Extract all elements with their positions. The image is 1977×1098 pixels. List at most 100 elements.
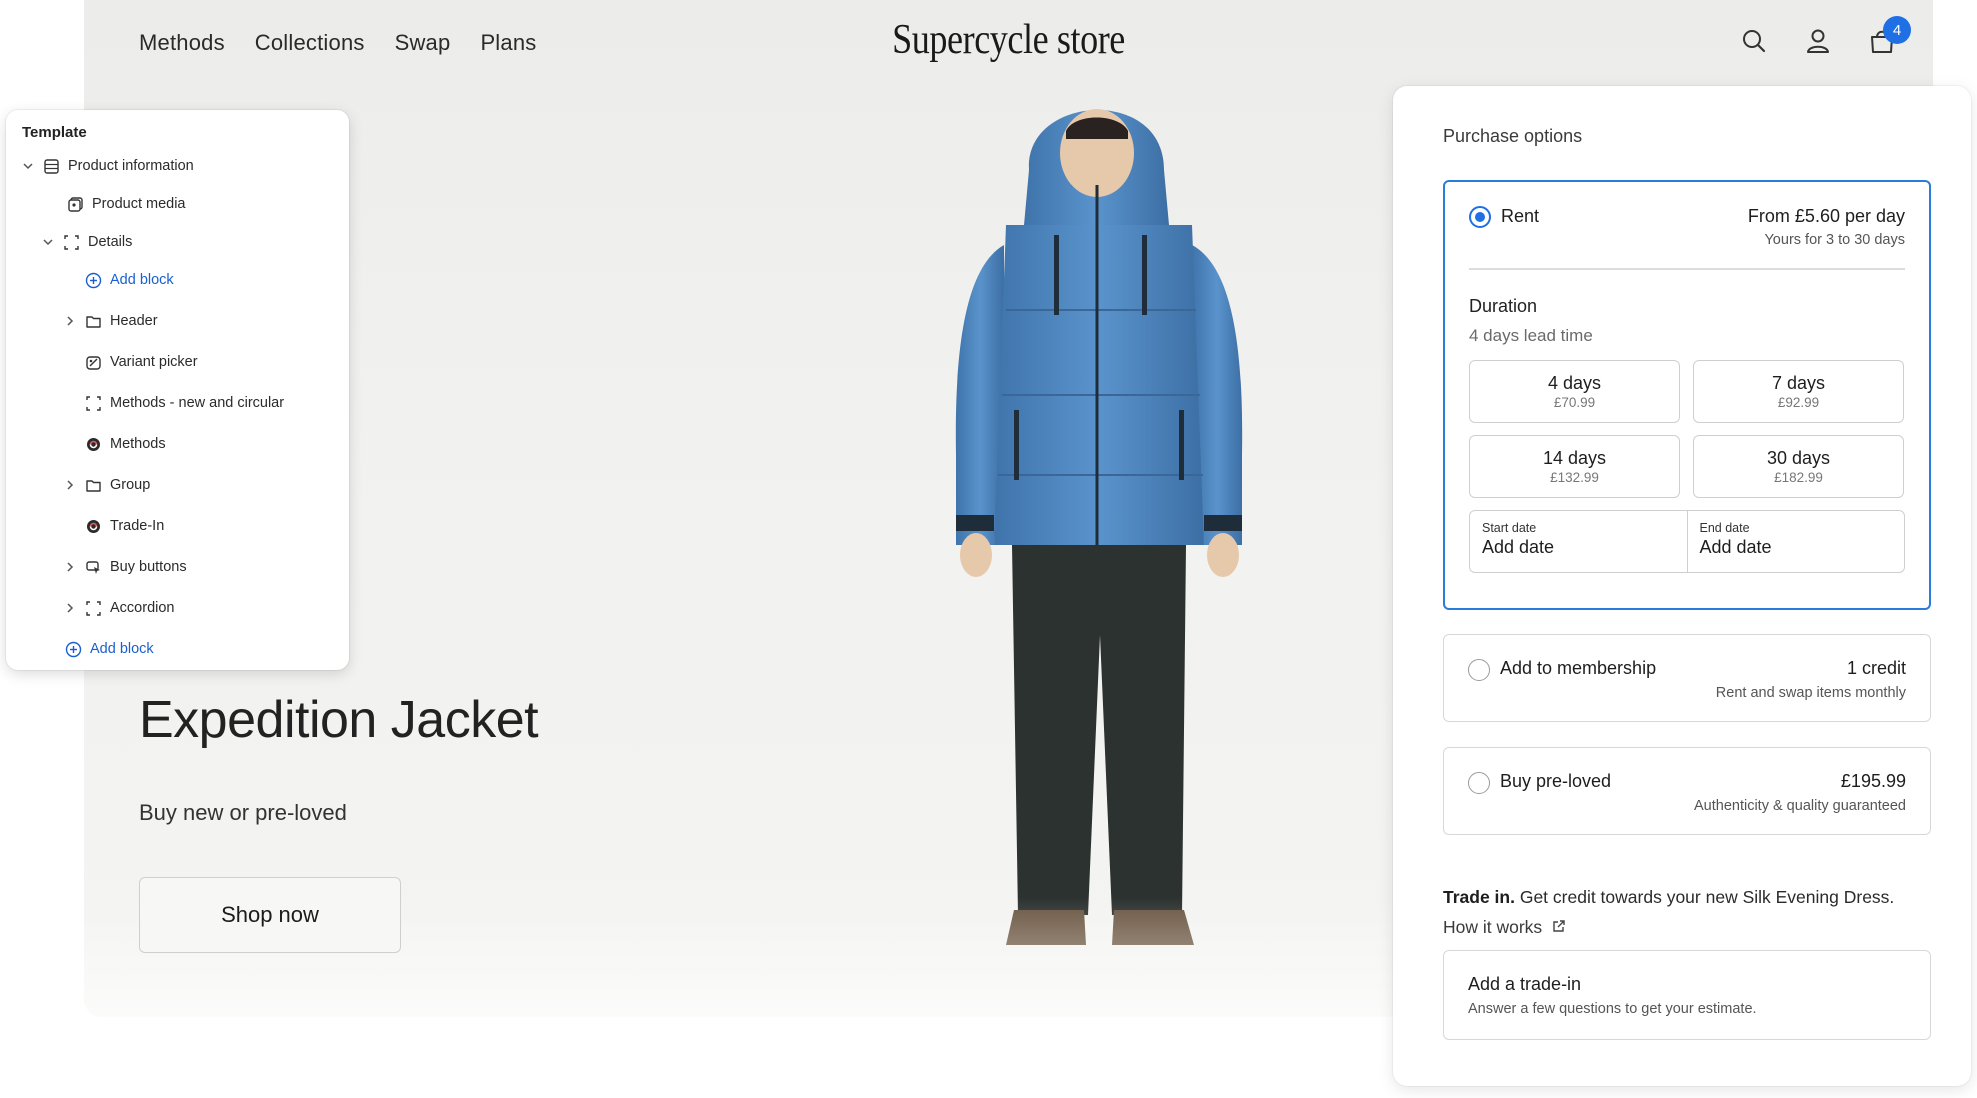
duration-days: 14 days [1542,447,1607,468]
folder-icon [84,312,102,330]
pre-loved-note: Authenticity & quality guaranteed [1694,798,1906,814]
template-item-group[interactable]: Group [64,472,150,498]
duration-title: Duration [1469,296,1538,316]
duration-days: 4 days [1547,372,1602,393]
template-item-methods-new-and-circular[interactable]: Methods - new and circular [84,390,284,416]
media-icon [66,195,84,213]
pre-loved-label: Buy pre-loved [1500,771,1612,791]
app-block-icon [84,517,102,535]
membership-radio[interactable] [1468,659,1490,681]
chevron-right-icon[interactable] [64,315,76,327]
purchase-options-heading: Purchase options [1443,126,1583,146]
template-item-product-information[interactable]: Product information [22,153,194,179]
shop-now-button[interactable]: Shop now [139,877,401,953]
template-item-label: Buy buttons [110,559,187,575]
date-range-picker: Start date Add date End date Add date [1469,510,1905,573]
folder-icon [84,476,102,494]
template-panel: Template Product information Product med… [6,110,349,670]
product-subtitle: Buy new or pre-loved [139,800,347,825]
pre-loved-price: £195.99 [1840,771,1906,791]
pre-loved-radio[interactable] [1468,772,1490,794]
add-block-label: Add block [90,641,154,657]
duration-price: £132.99 [1550,469,1599,485]
chevron-right-icon[interactable] [64,602,76,614]
duration-price: £182.99 [1774,469,1823,485]
chevron-down-icon[interactable] [42,236,54,248]
template-item-label: Product information [68,158,194,174]
duration-price: £70.99 [1553,394,1596,410]
chevron-right-icon[interactable] [64,561,76,573]
add-trade-in-title: Add a trade-in [1468,974,1582,994]
template-item-accordion[interactable]: Accordion [64,595,174,621]
duration-days: 7 days [1771,372,1826,393]
plus-circle-icon [64,640,82,658]
pre-loved-option[interactable]: Buy pre-loved £195.99 Authenticity & qua… [1443,747,1931,835]
template-item-methods[interactable]: Methods [84,431,166,457]
template-item-variant-picker[interactable]: Variant picker [84,349,198,375]
chevron-down-icon[interactable] [22,160,34,172]
trade-in-lead: Trade in. [1443,887,1515,907]
duration-option-7-days[interactable]: 7 days £92.99 [1693,360,1904,423]
start-date-value: Add date [1482,537,1555,557]
rent-label: Rent [1501,206,1540,226]
product-model-image [955,109,1243,945]
add-block-button[interactable]: Add block [64,636,154,662]
group-icon [84,599,102,617]
external-link-icon [1552,917,1566,938]
add-block-label: Add block [110,272,174,288]
duration-days: 30 days [1766,447,1831,468]
start-date-field[interactable]: Start date Add date [1470,511,1687,572]
template-item-label: Group [110,477,151,493]
template-item-details[interactable]: Details [42,229,132,255]
template-item-label: Header [110,313,158,329]
template-item-label: Methods [110,436,166,452]
duration-option-14-days[interactable]: 14 days £132.99 [1469,435,1680,498]
template-item-label: Methods - new and circular [110,395,285,411]
add-trade-in-card[interactable]: Add a trade-in Answer a few questions to… [1443,950,1931,1040]
rent-note: Yours for 3 to 30 days [1764,232,1905,248]
cart-icon[interactable]: 4 [1867,16,1911,56]
trade-in-text: Trade in. Get credit towards your new Si… [1443,887,1894,908]
rent-radio[interactable] [1469,206,1491,228]
variant-icon [84,353,102,371]
how-it-works-label: How it works [1443,917,1543,937]
template-item-header[interactable]: Header [64,308,158,334]
template-title: Template [22,124,87,141]
end-date-field[interactable]: End date Add date [1686,511,1905,572]
start-date-caption: Start date [1482,521,1537,535]
template-item-buy-buttons[interactable]: Buy buttons [64,554,187,580]
trade-in-description: Get credit towards your new Silk Evening… [1514,887,1895,907]
duration-price: £92.99 [1777,394,1820,410]
how-it-works-link[interactable]: How it works [1443,917,1566,938]
buy-buttons-icon [84,558,102,576]
end-date-value: Add date [1699,537,1772,557]
account-icon[interactable] [1803,26,1833,56]
template-item-label: Trade-In [110,518,165,534]
lead-time: 4 days lead time [1469,326,1593,345]
product-title: Expedition Jacket [139,691,539,749]
cart-count-badge: 4 [1883,16,1911,44]
add-trade-in-subtitle: Answer a few questions to get your estim… [1468,1001,1757,1017]
purchase-options-panel: Purchase options Rent From £5.60 per day… [1393,86,1971,1086]
template-item-label: Product media [92,196,186,212]
store-logo[interactable]: Supercycle store [213,16,1803,64]
membership-price: 1 credit [1846,658,1906,678]
chevron-right-icon[interactable] [64,479,76,491]
plus-circle-icon [84,271,102,289]
duration-option-30-days[interactable]: 30 days £182.99 [1693,435,1904,498]
search-icon[interactable] [1739,26,1769,56]
template-item-label: Accordion [110,600,175,616]
template-item-label: Variant picker [110,354,198,370]
group-icon [84,394,102,412]
group-icon [62,233,80,251]
app-block-icon [84,435,102,453]
duration-option-4-days[interactable]: 4 days £70.99 [1469,360,1680,423]
membership-option[interactable]: Add to membership 1 credit Rent and swap… [1443,634,1931,722]
nav-methods[interactable]: Methods [139,30,225,56]
header-actions: 4 [1739,16,1911,56]
add-block-button[interactable]: Add block [84,267,174,293]
rent-option[interactable]: Rent From £5.60 per day Yours for 3 to 3… [1443,180,1931,610]
template-item-product-media[interactable]: Product media [66,191,186,217]
template-item-trade-in[interactable]: Trade-In [84,513,164,539]
template-item-label: Details [88,234,133,250]
